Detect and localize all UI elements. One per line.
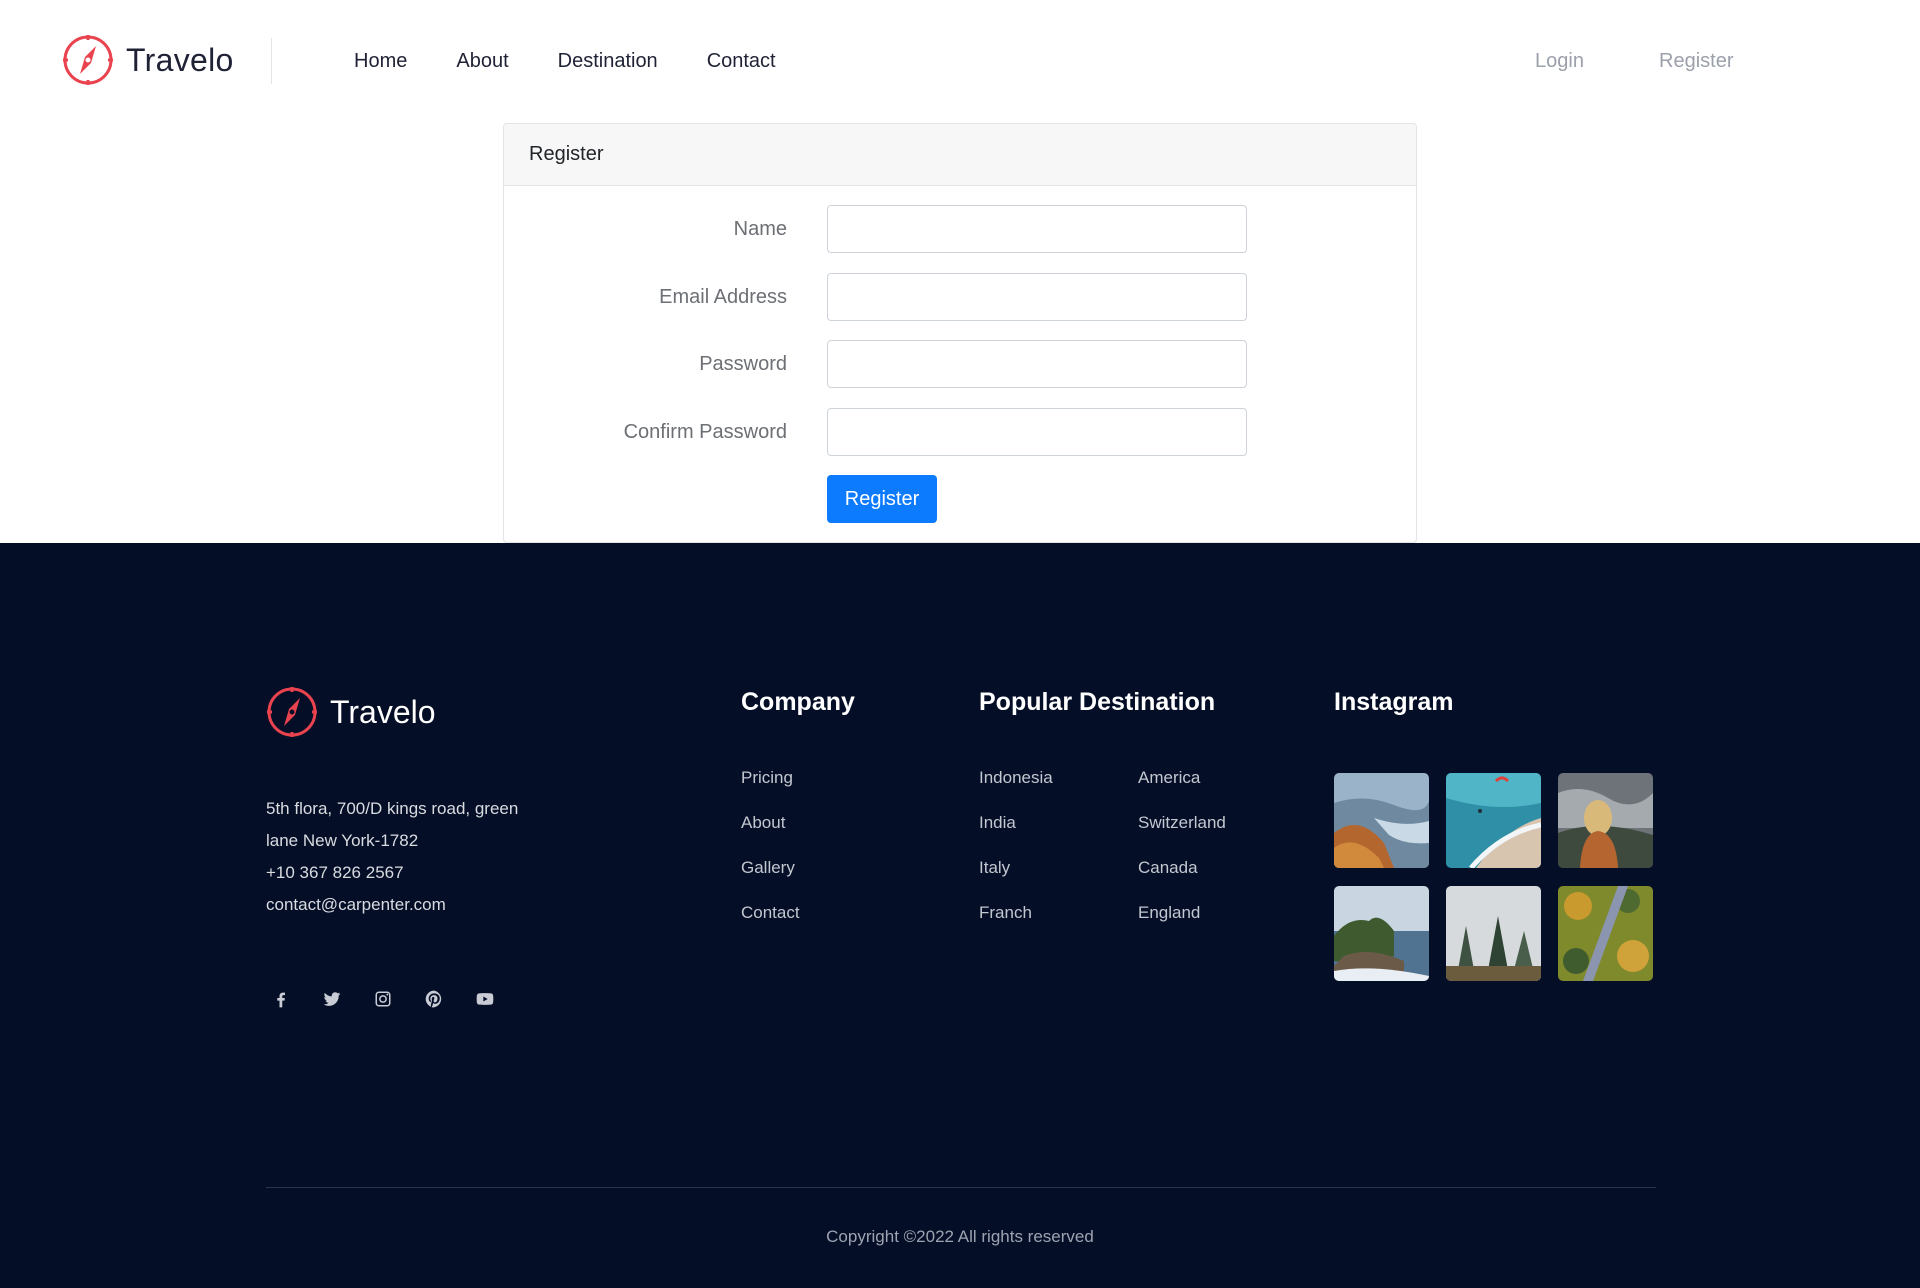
footer-divider bbox=[266, 1187, 1656, 1188]
register-submit-button[interactable]: Register bbox=[827, 475, 937, 523]
list-item: America bbox=[1138, 767, 1226, 812]
autumn-forest-road-photo[interactable] bbox=[1558, 886, 1653, 981]
footer-brand[interactable]: Travelo bbox=[266, 686, 436, 738]
beach-paraglider-photo[interactable] bbox=[1446, 773, 1541, 868]
destination-link[interactable]: Franch bbox=[979, 903, 1032, 922]
site-header: Travelo Home About Destination Contact L… bbox=[0, 0, 1920, 122]
compass-logo-icon bbox=[63, 35, 113, 85]
copyright-text: Copyright ©2022 All rights reserved bbox=[826, 1227, 1094, 1246]
popular-destination-title: Popular Destination bbox=[979, 688, 1216, 716]
destination-link[interactable]: India bbox=[979, 813, 1016, 832]
mountain-river-photo[interactable] bbox=[1334, 773, 1429, 868]
email-input[interactable] bbox=[827, 273, 1247, 321]
footer-brand-name: Travelo bbox=[330, 693, 436, 730]
register-link[interactable]: Register bbox=[1659, 48, 1733, 74]
instagram-gallery bbox=[1334, 773, 1656, 981]
name-label: Name bbox=[733, 218, 787, 240]
address-line: 5th flora, 700/D kings road, green bbox=[266, 799, 519, 818]
destination-links-col-2: America Switzerland Canada England bbox=[1138, 767, 1226, 947]
destination-link[interactable]: America bbox=[1138, 768, 1200, 787]
footer-link-about[interactable]: About bbox=[741, 813, 785, 832]
list-item: Pricing bbox=[741, 767, 800, 812]
company-title: Company bbox=[741, 688, 855, 716]
confirm-password-row: Confirm Password bbox=[504, 408, 1416, 456]
footer-link-pricing[interactable]: Pricing bbox=[741, 768, 793, 787]
header-divider bbox=[271, 38, 272, 84]
login-link[interactable]: Login bbox=[1535, 48, 1584, 74]
hiker-fog-photo[interactable] bbox=[1558, 773, 1653, 868]
facebook-icon[interactable] bbox=[271, 987, 322, 1011]
misty-forest-photo[interactable] bbox=[1446, 886, 1541, 981]
list-item: Indonesia bbox=[979, 767, 1053, 812]
list-item: Franch bbox=[979, 902, 1053, 947]
password-input[interactable] bbox=[827, 340, 1247, 388]
instagram-title: Instagram bbox=[1334, 688, 1454, 716]
nav-about[interactable]: About bbox=[456, 48, 508, 74]
email-address: contact@carpenter.com bbox=[266, 895, 446, 914]
brand-name: Travelo bbox=[126, 41, 234, 78]
footer-address: 5th flora, 700/D kings road, green lane … bbox=[266, 793, 586, 921]
brand-logo-link[interactable]: Travelo bbox=[62, 34, 234, 86]
phone-number: +10 367 826 2567 bbox=[266, 863, 404, 882]
register-card-title: Register bbox=[504, 124, 1416, 186]
password-row: Password bbox=[504, 340, 1416, 388]
confirm-password-label: Confirm Password bbox=[623, 421, 787, 443]
list-item: Contact bbox=[741, 902, 800, 947]
address-line: lane New York-1782 bbox=[266, 831, 419, 850]
list-item: Canada bbox=[1138, 857, 1226, 902]
destination-links-col-1: Indonesia India Italy Franch bbox=[979, 767, 1053, 947]
list-item: Italy bbox=[979, 857, 1053, 902]
nav-contact[interactable]: Contact bbox=[707, 48, 776, 74]
destination-link[interactable]: Canada bbox=[1138, 858, 1198, 877]
name-row: Name bbox=[504, 205, 1416, 253]
email-row: Email Address bbox=[504, 273, 1416, 321]
twitter-icon[interactable] bbox=[322, 987, 373, 1011]
email-label: Email Address bbox=[659, 286, 787, 308]
nav-home[interactable]: Home bbox=[354, 48, 407, 74]
sea-temple-photo[interactable] bbox=[1334, 886, 1429, 981]
list-item: India bbox=[979, 812, 1053, 857]
destination-link[interactable]: Indonesia bbox=[979, 768, 1053, 787]
list-item: England bbox=[1138, 902, 1226, 947]
youtube-icon[interactable] bbox=[475, 987, 526, 1011]
social-links bbox=[271, 987, 526, 1011]
password-label: Password bbox=[699, 353, 787, 375]
site-footer: Travelo 5th flora, 700/D kings road, gre… bbox=[0, 543, 1920, 1288]
company-links: Pricing About Gallery Contact bbox=[741, 767, 800, 947]
compass-logo-icon bbox=[267, 687, 317, 737]
footer-link-gallery[interactable]: Gallery bbox=[741, 858, 795, 877]
destination-link[interactable]: England bbox=[1138, 903, 1200, 922]
list-item: Switzerland bbox=[1138, 812, 1226, 857]
main-nav: Home About Destination Contact bbox=[354, 48, 825, 74]
nav-destination[interactable]: Destination bbox=[558, 48, 658, 74]
register-card: Register Name Email Address Password Con… bbox=[503, 123, 1417, 543]
footer-link-contact[interactable]: Contact bbox=[741, 903, 800, 922]
list-item: Gallery bbox=[741, 857, 800, 902]
name-input[interactable] bbox=[827, 205, 1247, 253]
instagram-icon[interactable] bbox=[373, 987, 424, 1011]
list-item: About bbox=[741, 812, 800, 857]
confirm-password-input[interactable] bbox=[827, 408, 1247, 456]
destination-link[interactable]: Switzerland bbox=[1138, 813, 1226, 832]
pinterest-icon[interactable] bbox=[424, 987, 475, 1011]
destination-link[interactable]: Italy bbox=[979, 858, 1010, 877]
